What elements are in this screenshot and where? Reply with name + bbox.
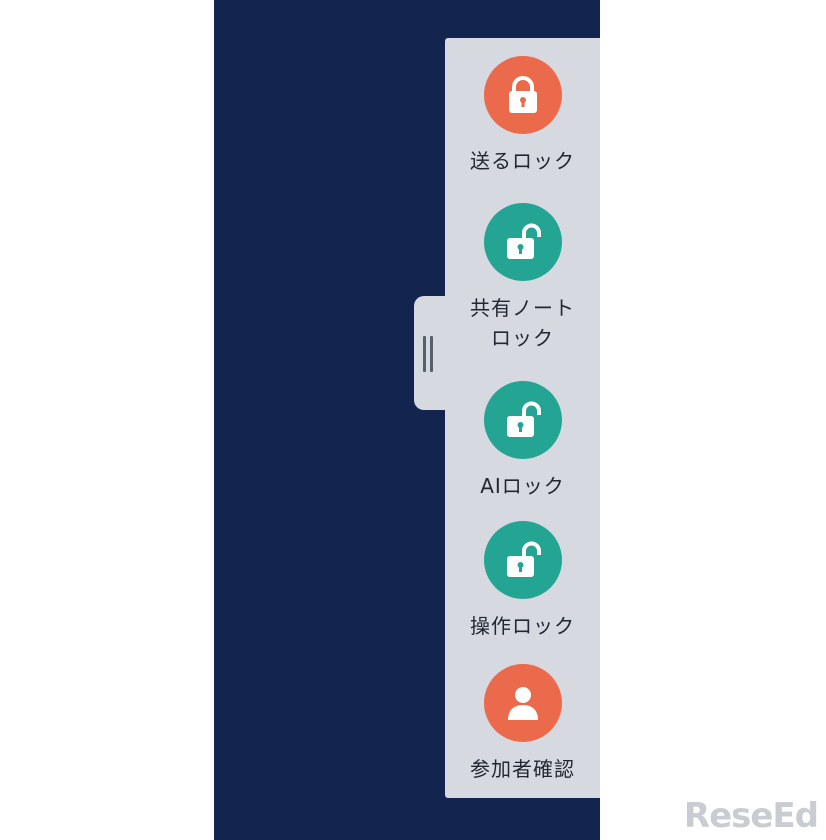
shared-note-lock-circle [483,203,562,281]
lock-open-icon [506,401,541,437]
operation-lock-label: 操作ロック [470,614,575,638]
ai-lock-button[interactable]: AIロック [445,381,600,501]
person-icon [507,687,538,720]
drag-handle-icon [423,336,426,372]
shared-note-lock-button[interactable]: 共有ノートロック [445,203,600,353]
panel-drag-handle[interactable] [414,296,448,410]
lock-control-panel: 送るロック 共有ノートロック AIロック 操作ロック 参加者確認 [445,38,600,798]
lock-open-icon [506,223,541,259]
send-lock-label: 送るロック [470,149,575,173]
drag-handle-icon [430,336,433,372]
send-lock-circle [483,56,562,134]
send-lock-button[interactable]: 送るロック [445,56,600,176]
shared-note-lock-label: 共有ノートロック [470,296,575,350]
resed-logo: ReseEd [683,796,819,836]
ai-lock-label: AIロック [480,474,565,498]
participant-check-label: 参加者確認 [470,757,575,781]
page: 送るロック 共有ノートロック AIロック 操作ロック 参加者確認 ReseEd [0,0,826,840]
participant-check-circle [483,664,562,742]
lock-closed-icon [508,76,537,113]
ai-lock-circle [483,381,562,459]
participant-check-button[interactable]: 参加者確認 [445,664,600,784]
lock-open-icon [506,541,541,577]
operation-lock-circle [483,521,562,599]
operation-lock-button[interactable]: 操作ロック [445,521,600,641]
